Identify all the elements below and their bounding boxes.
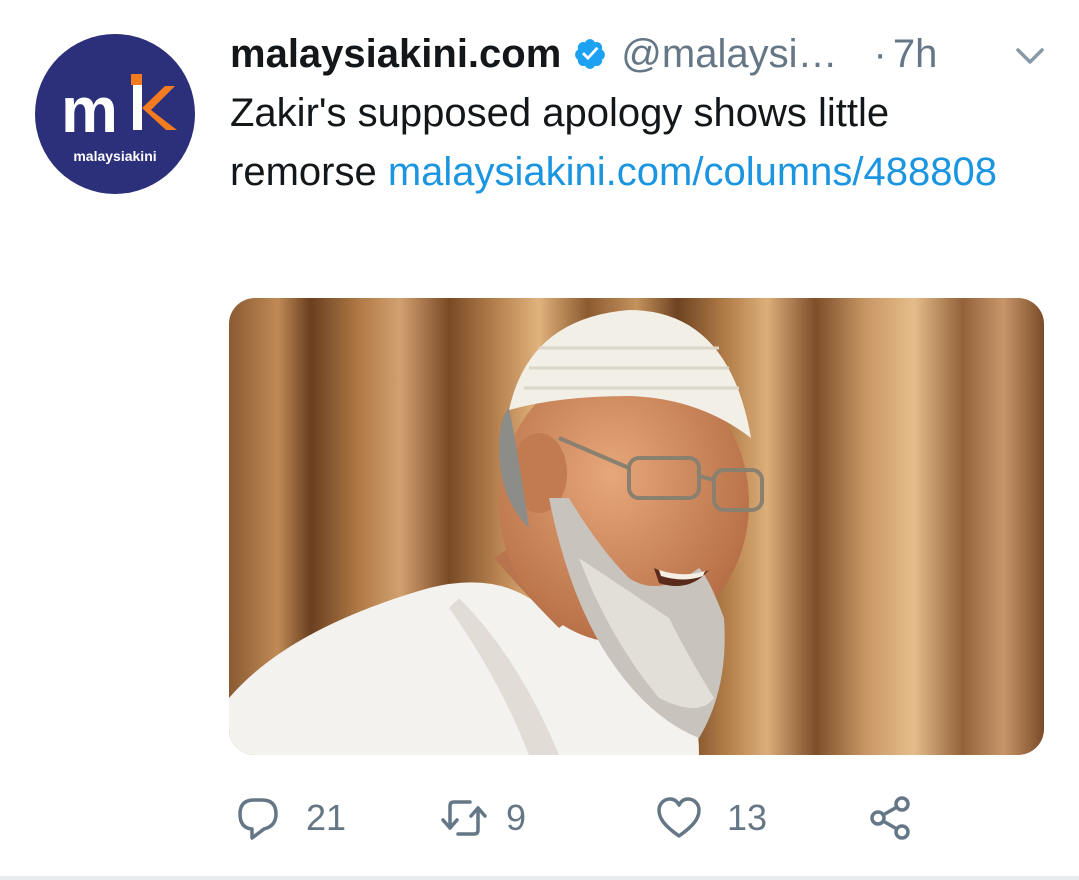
author-name[interactable]: malaysiakini.com (230, 32, 561, 77)
tweet-text: Zakir's supposed apology shows little re… (230, 84, 1030, 202)
reply-count: 21 (306, 797, 347, 838)
photo-content (229, 310, 764, 755)
retweet-icon (441, 800, 487, 836)
like-button[interactable]: 13 (655, 790, 767, 846)
time-separator: · (873, 31, 887, 76)
malaysiakini-logo: m malaysiakini (61, 74, 177, 164)
avatar-logo-text: malaysiakini (73, 148, 156, 164)
divider (0, 876, 1079, 880)
like-count: 13 (727, 797, 768, 838)
svg-text:m: m (61, 74, 118, 146)
author-handle[interactable]: @malaysi… (621, 32, 837, 77)
tweet-link[interactable]: malaysiakini.com/columns/488808 (388, 150, 997, 194)
reply-icon (238, 798, 278, 840)
like-icon (657, 797, 701, 838)
tweet-photo[interactable] (229, 298, 1044, 755)
tweet-actions: 21 9 13 (230, 790, 1050, 846)
reply-button[interactable]: 21 (234, 790, 346, 846)
chevron-down-icon[interactable] (1014, 40, 1046, 72)
avatar[interactable]: m malaysiakini (35, 34, 195, 194)
share-icon (870, 796, 910, 840)
retweet-button[interactable]: 9 (440, 790, 526, 846)
retweet-count: 9 (506, 797, 527, 838)
tweet-card[interactable]: m malaysiakini malaysiakini.com @malaysi… (0, 0, 1079, 880)
share-button[interactable] (866, 790, 914, 846)
tweet-timestamp[interactable]: 7h (893, 32, 938, 77)
tweet-header: malaysiakini.com @malaysi… · 7h (230, 26, 1060, 82)
verified-badge-icon (573, 37, 607, 71)
